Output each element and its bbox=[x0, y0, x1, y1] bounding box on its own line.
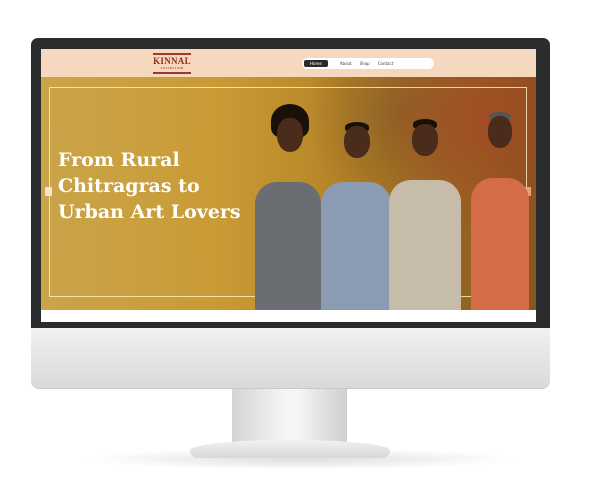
artisan-figure bbox=[471, 112, 529, 310]
hero-title-line-3: Urban Art Lovers bbox=[58, 201, 241, 223]
hero-title-line-1: From Rural bbox=[58, 149, 180, 171]
content-area bbox=[41, 310, 536, 322]
logo-subtitle: COLLECTION bbox=[160, 66, 184, 70]
artisan-figure bbox=[255, 104, 321, 310]
artisan-figure bbox=[389, 119, 461, 310]
monitor-chin bbox=[31, 328, 550, 388]
nav-item-about[interactable]: About bbox=[336, 60, 356, 67]
site-header: KINNAL COLLECTION Home About Shop Contac… bbox=[41, 49, 536, 77]
artisan-figure bbox=[321, 122, 391, 310]
carousel-prev-button[interactable] bbox=[45, 187, 52, 196]
hero-title-line-2: Chitragras to bbox=[58, 175, 200, 197]
nav-item-home[interactable]: Home bbox=[304, 60, 328, 67]
monitor-screen: KINNAL COLLECTION Home About Shop Contac… bbox=[41, 49, 536, 322]
hero-banner: From Rural Chitragras to Urban Art Lover… bbox=[41, 77, 536, 310]
hero-title: From Rural Chitragras to Urban Art Lover… bbox=[58, 147, 258, 225]
logo-name: KINNAL bbox=[153, 56, 191, 66]
nav-item-contact[interactable]: Contact bbox=[374, 60, 398, 67]
nav-item-shop[interactable]: Shop bbox=[356, 60, 374, 67]
monitor-stand-neck bbox=[232, 388, 347, 444]
monitor-stand-base bbox=[190, 440, 390, 458]
main-nav: Home About Shop Contact bbox=[302, 58, 434, 69]
site-logo[interactable]: KINNAL COLLECTION bbox=[153, 53, 191, 74]
artisans-photo bbox=[247, 104, 536, 310]
